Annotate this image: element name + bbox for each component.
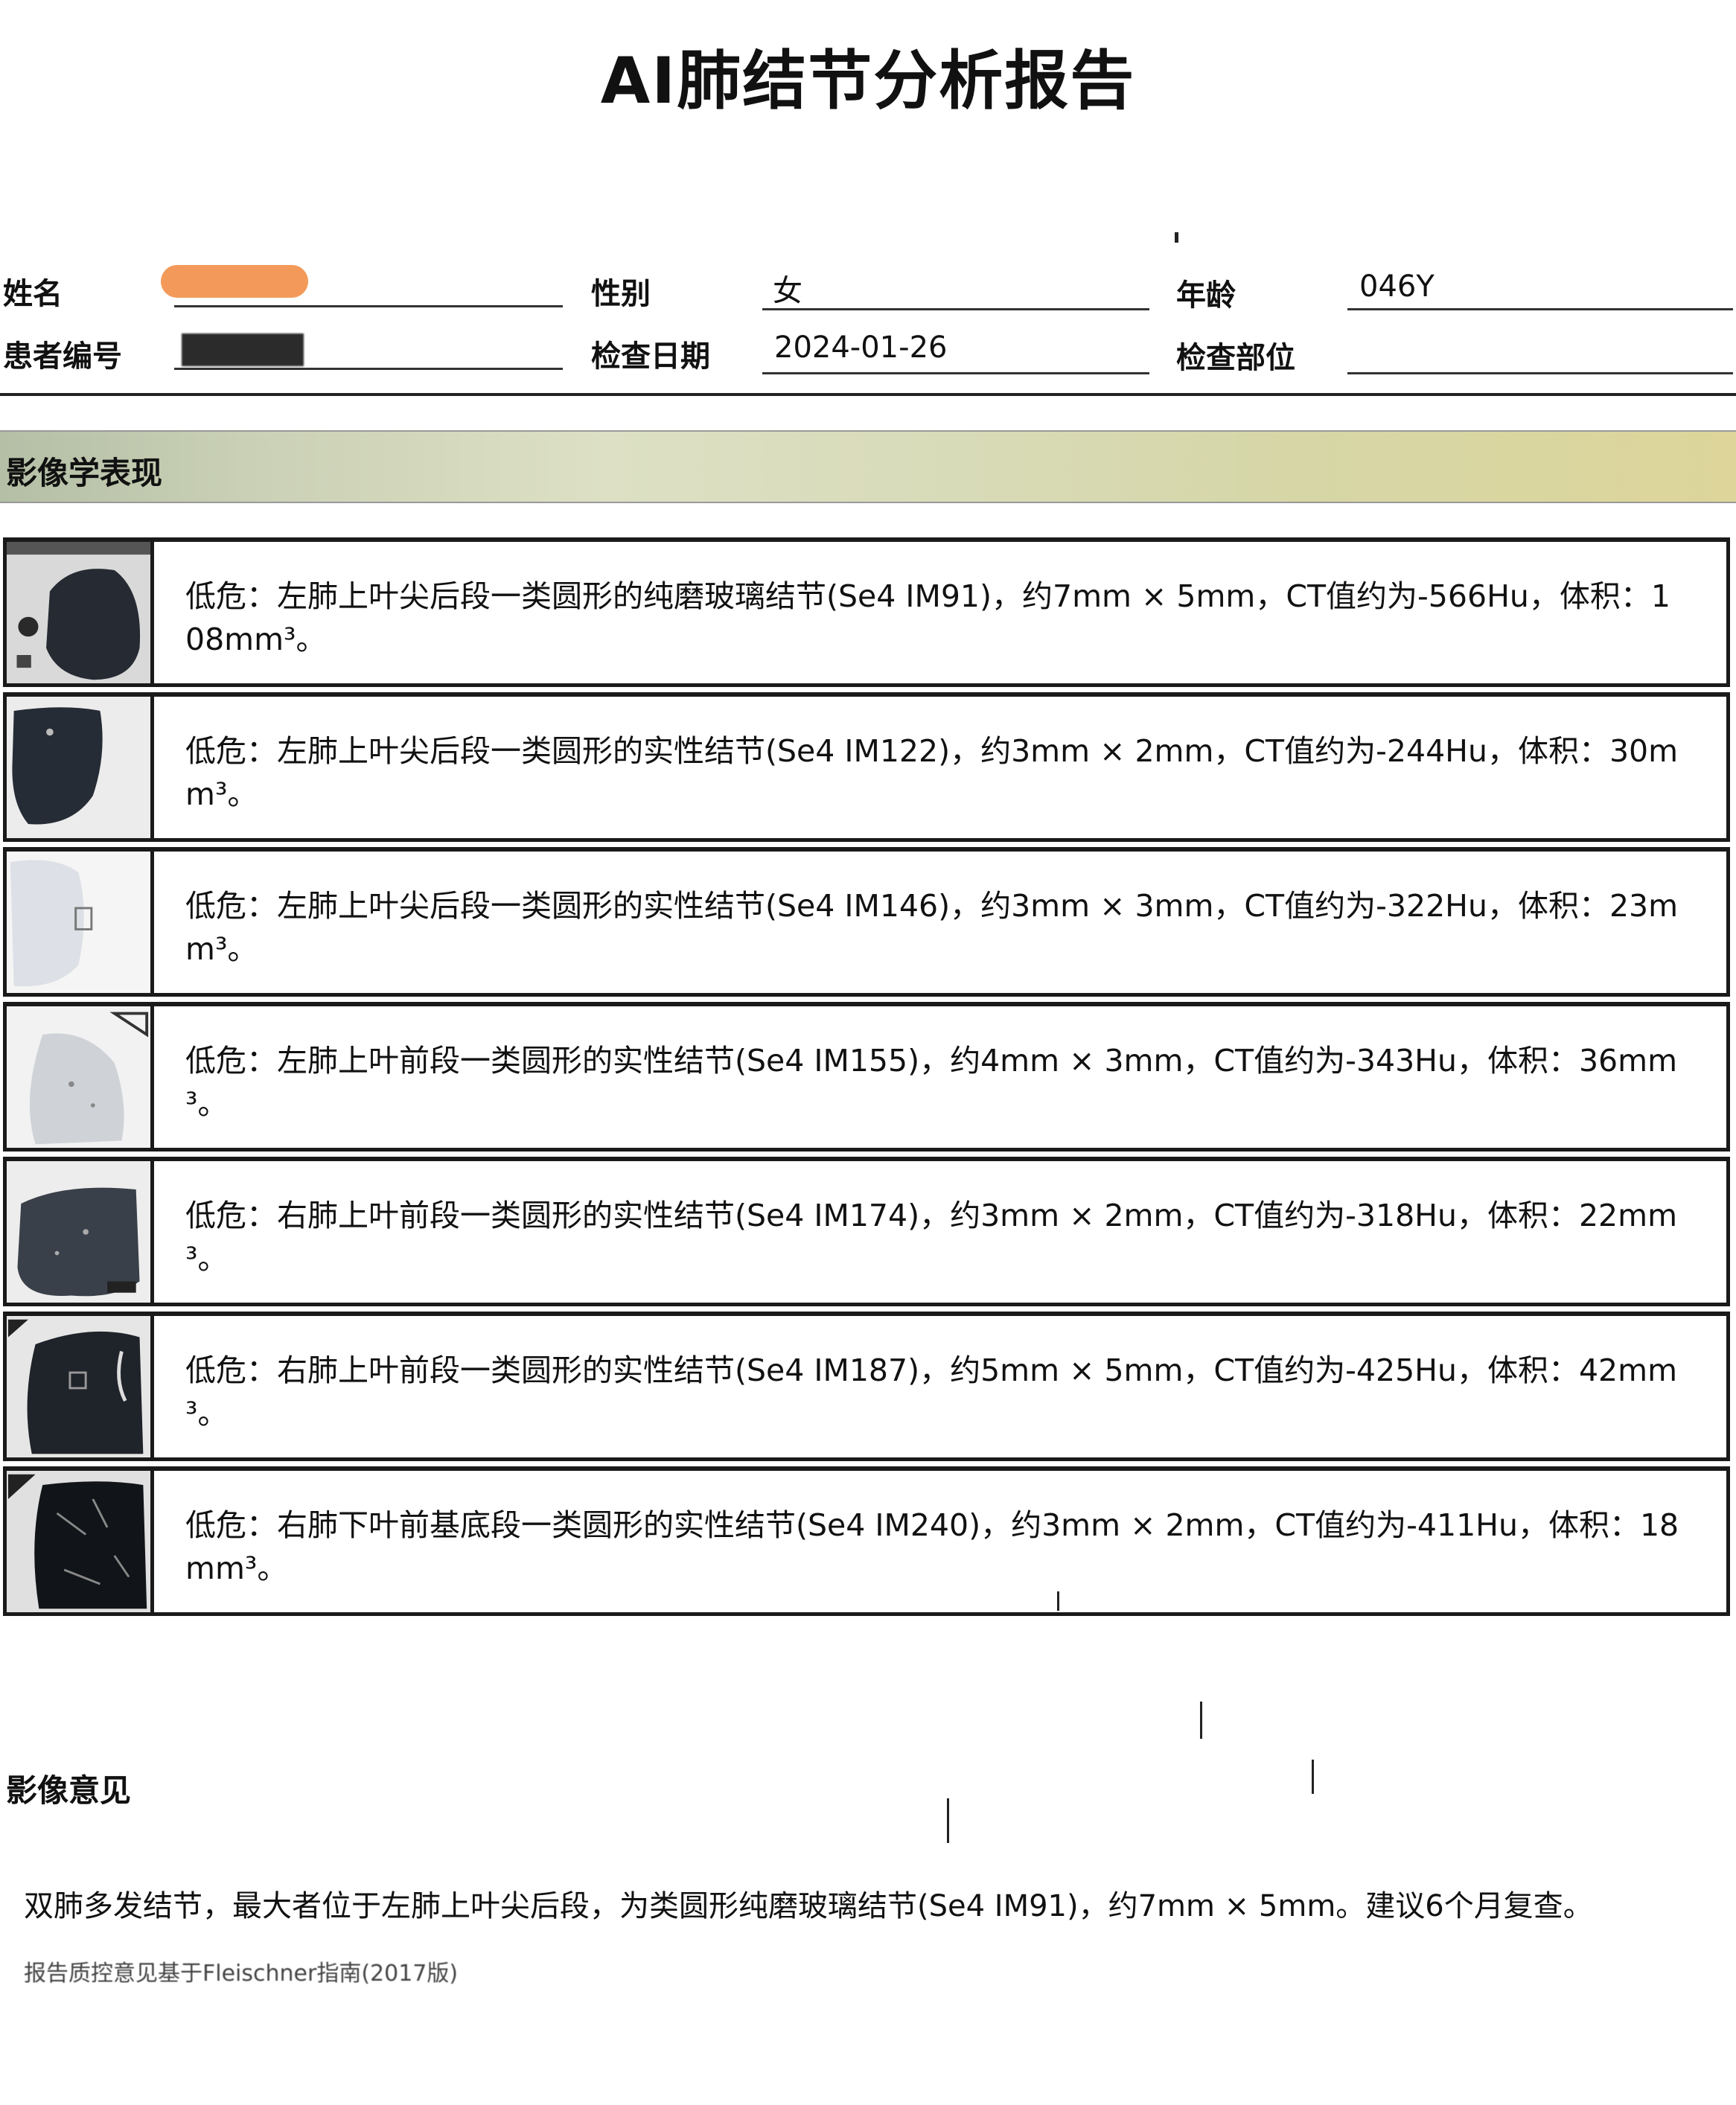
age-value: 046Y [1359, 269, 1435, 304]
name-redaction [161, 265, 308, 298]
ct-thumbnail [7, 542, 154, 683]
finding-text: 低危：右肺下叶前基底段一类圆形的实性结节(Se4 IM240)，约3mm × 2… [185, 1507, 1679, 1586]
scan-artifact [1312, 1760, 1314, 1794]
exam-part-underline [1347, 372, 1733, 374]
exam-date-label: 检查日期 [591, 339, 710, 374]
header-divider [0, 393, 1736, 396]
patient-id-underline [174, 368, 563, 370]
gender-value: 女 [773, 274, 802, 308]
findings-section-band: 影像学表现 [0, 430, 1736, 503]
findings-list: 低危：左肺上叶尖后段一类圆形的纯磨玻璃结节(Se4 IM91)，约7mm × 5… [3, 537, 1730, 1621]
age-underline [1347, 308, 1733, 310]
finding-text: 低危：左肺上叶尖后段一类圆形的实性结节(Se4 IM122)，约3mm × 2m… [185, 733, 1679, 812]
ct-thumbnail [7, 1471, 154, 1612]
finding-row: 低危：左肺上叶尖后段一类圆形的实性结节(Se4 IM146)，约3mm × 3m… [3, 847, 1730, 997]
scan-artifact [947, 1798, 949, 1843]
finding-row: 低危：右肺上叶前段一类圆形的实性结节(Se4 IM187)，约5mm × 5mm… [3, 1312, 1730, 1461]
findings-section-label: 影像学表现 [6, 455, 163, 491]
exam-date-underline [762, 372, 1149, 374]
ct-thumbnail [7, 1161, 154, 1303]
exam-part-label: 检查部位 [1176, 341, 1295, 375]
finding-row: 低危：右肺下叶前基底段一类圆形的实性结节(Se4 IM240)，约3mm × 2… [3, 1466, 1730, 1616]
scan-artifact [1200, 1702, 1202, 1739]
ct-thumbnail [7, 1316, 154, 1457]
finding-row: 低危：右肺上叶前段一类圆形的实性结节(Se4 IM174)，约3mm × 2mm… [3, 1157, 1730, 1306]
age-label: 年龄 [1176, 278, 1236, 313]
ct-thumbnail [7, 1006, 154, 1148]
exam-date-value: 2024-01-26 [774, 330, 948, 365]
scan-artifact [1175, 232, 1178, 243]
opinion-text: 双肺多发结节，最大者位于左肺上叶尖后段，为类圆形纯磨玻璃结节(Se4 IM91)… [24, 1889, 1593, 1923]
name-label: 姓名 [3, 277, 63, 311]
name-underline [174, 305, 563, 307]
patient-id-redaction [182, 333, 304, 366]
gender-label: 性别 [591, 277, 651, 311]
ct-thumbnail [7, 697, 154, 838]
report-title: AI肺结节分析报告 [600, 44, 1136, 118]
finding-row: 低危：左肺上叶尖后段一类圆形的实性结节(Se4 IM122)，约3mm × 2m… [3, 692, 1730, 842]
finding-text: 低危：左肺上叶尖后段一类圆形的实性结节(Se4 IM146)，约3mm × 3m… [185, 888, 1679, 967]
gender-underline [762, 308, 1149, 310]
ct-thumbnail [7, 852, 154, 993]
scan-artifact [1057, 1591, 1059, 1611]
finding-text: 低危：右肺上叶前段一类圆形的实性结节(Se4 IM174)，约3mm × 2mm… [185, 1198, 1678, 1277]
report-footnote: 报告质控意见基于Fleischner指南(2017版) [24, 1961, 459, 1987]
opinion-section-label: 影像意见 [6, 1772, 132, 1809]
patient-id-label: 患者编号 [3, 339, 122, 374]
finding-row: 低危：左肺上叶尖后段一类圆形的纯磨玻璃结节(Se4 IM91)，约7mm × 5… [3, 537, 1730, 687]
finding-text: 低危：左肺上叶尖后段一类圆形的纯磨玻璃结节(Se4 IM91)，约7mm × 5… [185, 578, 1670, 657]
finding-text: 低危：右肺上叶前段一类圆形的实性结节(Se4 IM187)，约5mm × 5mm… [185, 1352, 1678, 1431]
finding-row: 低危：左肺上叶前段一类圆形的实性结节(Se4 IM155)，约4mm × 3mm… [3, 1002, 1730, 1151]
finding-text: 低危：左肺上叶前段一类圆形的实性结节(Se4 IM155)，约4mm × 3mm… [185, 1043, 1678, 1122]
